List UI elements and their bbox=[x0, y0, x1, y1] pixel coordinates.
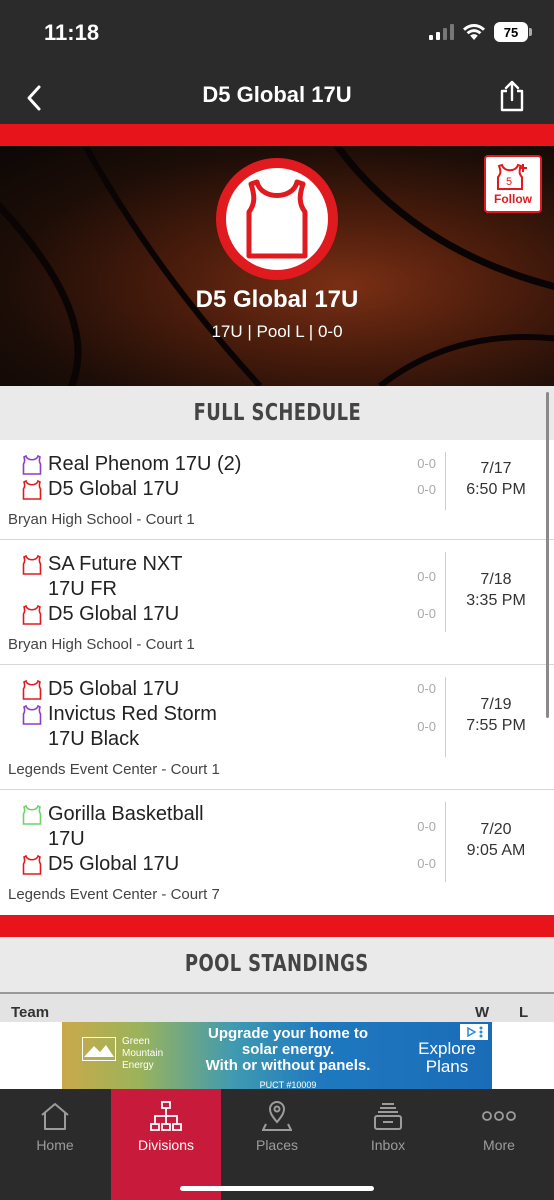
tab-home[interactable]: Home bbox=[0, 1089, 110, 1200]
column-header-wins: W bbox=[475, 1004, 490, 1021]
column-header-team: Team bbox=[11, 1004, 50, 1021]
column-header-losses: L bbox=[519, 1004, 529, 1021]
game-team: Real Phenom 17U (2) bbox=[22, 452, 402, 477]
nav-bar: D5 Global 17U bbox=[0, 70, 554, 124]
game-score: 0-0 bbox=[417, 681, 436, 696]
game-team: SA Future NXT 17U FR bbox=[22, 552, 402, 602]
jersey-icon bbox=[22, 805, 42, 825]
team-name: D5 Global 17U bbox=[195, 286, 359, 313]
status-time: 11:18 bbox=[44, 20, 100, 45]
standings-header: POOL STANDINGS bbox=[0, 937, 554, 992]
game-row[interactable]: D5 Global 17U Invictus Red Storm 17U Bla… bbox=[0, 665, 554, 790]
game-score: 0-0 bbox=[417, 819, 436, 834]
jersey-icon bbox=[246, 179, 308, 259]
game-score: 0-0 bbox=[417, 482, 436, 497]
game-datetime: 7/19 7:55 PM bbox=[466, 696, 526, 734]
game-datetime: 7/18 3:35 PM bbox=[466, 571, 526, 609]
jersey-icon bbox=[22, 705, 42, 725]
game-score: 0-0 bbox=[417, 719, 436, 734]
home-icon bbox=[41, 1103, 69, 1130]
mountain-logo-icon bbox=[82, 1037, 116, 1061]
game-venue: Bryan High School - Court 1 bbox=[8, 636, 195, 653]
standings-table-header: Team W L bbox=[0, 992, 554, 1022]
jersey-icon bbox=[22, 480, 42, 500]
game-score: 0-0 bbox=[417, 569, 436, 584]
team-subtitle: 17U | Pool L | 0-0 bbox=[211, 322, 343, 341]
schedule-list: Real Phenom 17U (2) D5 Global 17U 0-0 0-… bbox=[0, 440, 554, 916]
accent-strip-top bbox=[0, 124, 554, 146]
accent-strip-mid bbox=[0, 915, 554, 937]
game-team: D5 Global 17U bbox=[22, 477, 402, 502]
tab-bar: Home Divisions Places Inbox More bbox=[0, 1089, 554, 1200]
game-venue: Legends Event Center - Court 7 bbox=[8, 886, 220, 903]
game-venue: Legends Event Center - Court 1 bbox=[8, 761, 220, 778]
wifi-icon bbox=[463, 24, 485, 40]
tab-label: Divisions bbox=[137, 1137, 194, 1153]
game-team: D5 Global 17U bbox=[22, 852, 402, 877]
jersey-icon bbox=[22, 855, 42, 875]
status-icons: 75 bbox=[429, 22, 532, 42]
ad-banner[interactable]: Green Mountain Energy Upgrade your home to… bbox=[62, 1022, 492, 1090]
standings-title: POOL STANDINGS bbox=[185, 951, 369, 977]
game-venue: Bryan High School - Court 1 bbox=[8, 511, 195, 528]
ad-brand: Green Mountain Energy bbox=[122, 1036, 164, 1071]
game-team: D5 Global 17U bbox=[22, 677, 402, 702]
game-row[interactable]: Gorilla Basketball 17U D5 Global 17U 0-0… bbox=[0, 790, 554, 916]
tab-places[interactable]: Places bbox=[222, 1089, 332, 1200]
game-score: 0-0 bbox=[417, 606, 436, 621]
game-datetime: 7/20 9:05 AM bbox=[466, 821, 526, 859]
tab-label: More bbox=[483, 1137, 515, 1153]
schedule-header: FULL SCHEDULE bbox=[0, 386, 554, 440]
follow-jersey-plus-icon: 5 bbox=[497, 163, 527, 190]
game-team: D5 Global 17U bbox=[22, 602, 402, 627]
share-icon bbox=[500, 80, 524, 112]
cellular-signal-icon bbox=[429, 24, 454, 40]
follow-label: Follow bbox=[494, 192, 532, 206]
game-row[interactable]: Real Phenom 17U (2) D5 Global 17U 0-0 0-… bbox=[0, 440, 554, 540]
game-score: 0-0 bbox=[417, 456, 436, 471]
battery-icon: 75 bbox=[494, 22, 532, 42]
tab-label: Inbox bbox=[370, 1137, 406, 1153]
ad-cta-button[interactable]: Explore Plans bbox=[412, 1040, 482, 1076]
schedule-title: FULL SCHEDULE bbox=[193, 400, 361, 426]
jersey-icon bbox=[22, 555, 42, 575]
inbox-icon bbox=[374, 1103, 402, 1130]
game-team: Gorilla Basketball 17U bbox=[22, 802, 402, 852]
jersey-icon bbox=[22, 605, 42, 625]
follow-button[interactable]: 5 Follow bbox=[484, 155, 542, 213]
home-indicator bbox=[180, 1186, 374, 1191]
tab-divisions[interactable]: Divisions bbox=[111, 1089, 221, 1200]
tab-more[interactable]: More bbox=[444, 1089, 554, 1200]
game-datetime: 7/17 6:50 PM bbox=[466, 460, 526, 498]
game-team: Invictus Red Storm 17U Black bbox=[22, 702, 402, 752]
more-icon bbox=[482, 1111, 516, 1121]
nav-title: D5 Global 17U bbox=[202, 82, 352, 107]
game-row[interactable]: SA Future NXT 17U FR D5 Global 17U 0-0 0… bbox=[0, 540, 554, 665]
ad-choices-icon[interactable] bbox=[460, 1024, 488, 1040]
game-score: 0-0 bbox=[417, 856, 436, 871]
team-hero: D5 Global 17U 17U | Pool L | 0-0 5 Follo… bbox=[0, 146, 554, 386]
team-logo bbox=[216, 158, 338, 280]
tab-label: Places bbox=[255, 1137, 299, 1153]
ad-headline: Upgrade your home to solar energy. With … bbox=[205, 1025, 371, 1091]
tab-label: Home bbox=[36, 1137, 74, 1153]
bracket-icon bbox=[150, 1101, 182, 1131]
status-bar: 11:18 75 bbox=[0, 0, 554, 70]
share-button[interactable] bbox=[492, 76, 532, 116]
map-pin-icon bbox=[262, 1101, 292, 1131]
scrollbar[interactable] bbox=[546, 392, 549, 718]
jersey-icon bbox=[22, 455, 42, 475]
jersey-icon bbox=[22, 680, 42, 700]
svg-text:5: 5 bbox=[506, 176, 512, 188]
tab-inbox[interactable]: Inbox bbox=[333, 1089, 443, 1200]
